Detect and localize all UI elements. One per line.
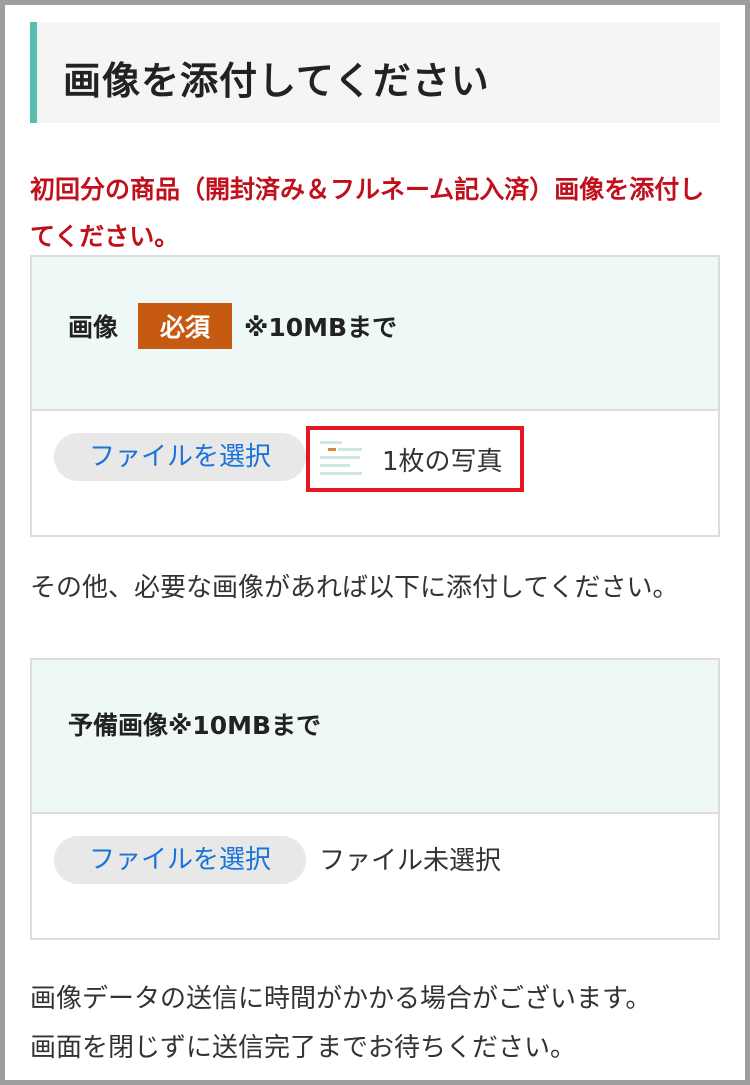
image-thumbnail-icon bbox=[318, 437, 368, 481]
size-limit-note: ※10MBまで bbox=[244, 313, 398, 342]
page-title: 画像を添付してください bbox=[63, 59, 490, 103]
image-field-header: 画像 必須 ※10MBまで bbox=[32, 257, 718, 411]
choose-file-button[interactable]: ファイルを選択 bbox=[54, 433, 306, 481]
spare-field-label: 予備画像※10MBまで bbox=[68, 711, 322, 740]
required-badge: 必須 bbox=[138, 303, 233, 349]
extra-images-note: その他、必要な画像があれば以下に添付してください。 bbox=[30, 573, 679, 603]
spare-image-upload-field: 予備画像※10MBまで ファイルを選択 ファイル未選択 bbox=[30, 658, 720, 940]
selected-file-highlight: 1枚の写真 bbox=[306, 426, 524, 492]
image-field-body: ファイルを選択 1枚の写真 bbox=[32, 411, 718, 535]
spare-field-header: 予備画像※10MBまで bbox=[32, 660, 718, 814]
image-field-label: 画像 bbox=[68, 313, 119, 342]
section-header: 画像を添付してください bbox=[30, 22, 720, 123]
required-notice: 初回分の商品（開封済み＆フルネーム記入済）画像を添付してください。 bbox=[30, 175, 705, 251]
spare-choose-file-button[interactable]: ファイルを選択 bbox=[54, 836, 306, 884]
image-upload-field: 画像 必須 ※10MBまで ファイルを選択 1枚の写真 bbox=[30, 255, 720, 537]
footer-note-line-2: 画面を閉じずに送信完了までお待ちください。 bbox=[30, 1033, 577, 1063]
file-status: 1枚の写真 bbox=[382, 446, 503, 477]
spare-file-status: ファイル未選択 bbox=[319, 846, 502, 876]
image-field-label-row: 画像 必須 ※10MBまで bbox=[68, 303, 397, 349]
spare-field-body: ファイルを選択 ファイル未選択 bbox=[32, 814, 718, 938]
footer-note-line-1: 画像データの送信に時間がかかる場合がございます。 bbox=[30, 984, 652, 1014]
